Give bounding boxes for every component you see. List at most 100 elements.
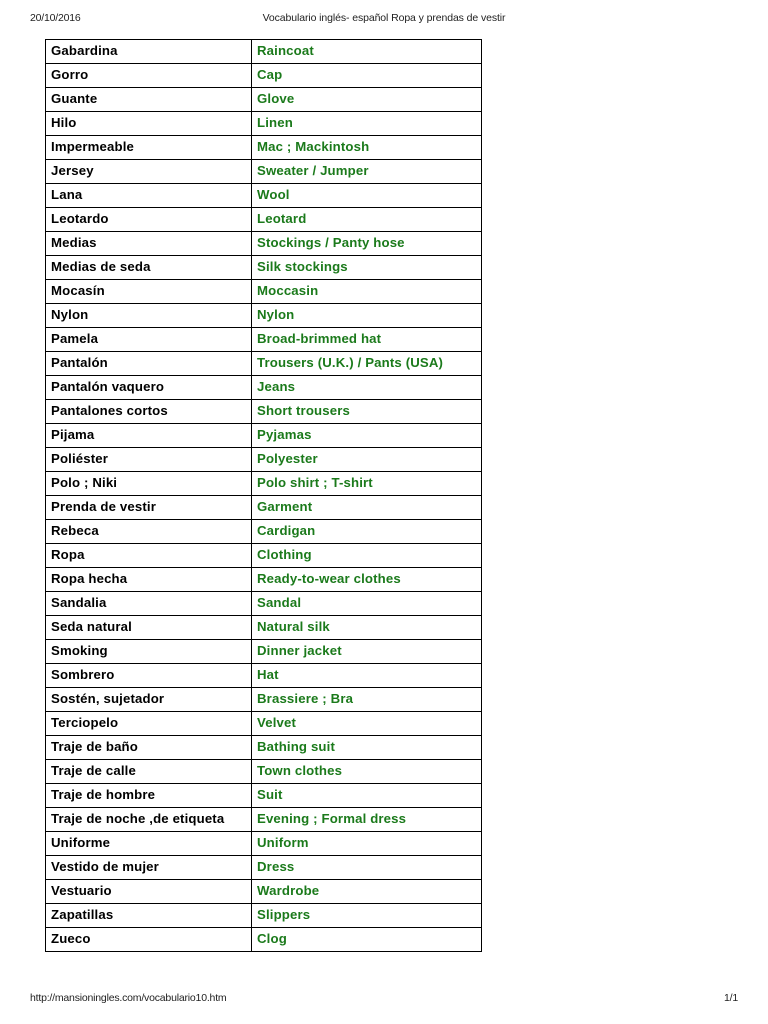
spanish-term-cell: Jersey <box>45 159 252 184</box>
table-row: Poliéster Polyester <box>45 447 482 472</box>
english-term-cell: Mac ; Mackintosh <box>251 135 482 160</box>
page-title: Vocabulario inglés- español Ropa y prend… <box>262 12 506 24</box>
spanish-term-cell: Guante <box>45 87 252 112</box>
table-row: Gorro Cap <box>45 63 482 88</box>
spanish-term-cell: Medias <box>45 231 252 256</box>
table-row: Traje de noche ,de etiqueta Evening ; For… <box>45 807 482 832</box>
spanish-term-cell: Gabardina <box>45 39 252 64</box>
table-row: Medias Stockings / Panty hose <box>45 231 482 256</box>
english-term-cell: Wool <box>251 183 482 208</box>
table-row: Leotardo Leotard <box>45 207 482 232</box>
english-term-cell: Velvet <box>251 711 482 736</box>
table-row: Lana Wool <box>45 183 482 208</box>
spanish-term-cell: Terciopelo <box>45 711 252 736</box>
english-term-cell: Sweater / Jumper <box>251 159 482 184</box>
table-row: Guante Glove <box>45 87 482 112</box>
spanish-term-cell: Sostén, sujetador <box>45 687 252 712</box>
table-row: Seda natural Natural silk <box>45 615 482 640</box>
english-term-cell: Bathing suit <box>251 735 482 760</box>
table-row: Pantalones cortos Short trousers <box>45 399 482 424</box>
table-row: Sandalia Sandal <box>45 591 482 616</box>
table-row: Traje de calle Town clothes <box>45 759 482 784</box>
spanish-term-cell: Sandalia <box>45 591 252 616</box>
english-term-cell: Clog <box>251 927 482 952</box>
english-term-cell: Leotard <box>251 207 482 232</box>
table-row: Pantalón vaquero Jeans <box>45 375 482 400</box>
spanish-term-cell: Pantalón vaquero <box>45 375 252 400</box>
table-row: Ropa hecha Ready-to-wear clothes <box>45 567 482 592</box>
english-term-cell: Brassiere ; Bra <box>251 687 482 712</box>
spanish-term-cell: Lana <box>45 183 252 208</box>
footer-page-number: 1/1 <box>724 992 738 1004</box>
english-term-cell: Suit <box>251 783 482 808</box>
spanish-term-cell: Rebeca <box>45 519 252 544</box>
spanish-term-cell: Ropa <box>45 543 252 568</box>
page-header: 20/10/2016 Vocabulario inglés- español R… <box>0 12 768 28</box>
english-term-cell: Glove <box>251 87 482 112</box>
english-term-cell: Nylon <box>251 303 482 328</box>
table-row: Uniforme Uniform <box>45 831 482 856</box>
table-row: Polo ; Niki Polo shirt ; T-shirt <box>45 471 482 496</box>
table-row: Nylon Nylon <box>45 303 482 328</box>
spanish-term-cell: Sombrero <box>45 663 252 688</box>
spanish-term-cell: Leotardo <box>45 207 252 232</box>
spanish-term-cell: Mocasín <box>45 279 252 304</box>
spanish-term-cell: Zueco <box>45 927 252 952</box>
table-row: Traje de hombre Suit <box>45 783 482 808</box>
table-row: Traje de baño Bathing suit <box>45 735 482 760</box>
english-term-cell: Pyjamas <box>251 423 482 448</box>
table-row: Pijama Pyjamas <box>45 423 482 448</box>
table-row: Rebeca Cardigan <box>45 519 482 544</box>
table-row: Vestuario Wardrobe <box>45 879 482 904</box>
spanish-term-cell: Hilo <box>45 111 252 136</box>
table-row: Gabardina Raincoat <box>45 39 482 64</box>
spanish-term-cell: Impermeable <box>45 135 252 160</box>
english-term-cell: Raincoat <box>251 39 482 64</box>
english-term-cell: Dress <box>251 855 482 880</box>
english-term-cell: Evening ; Formal dress <box>251 807 482 832</box>
table-row: Jersey Sweater / Jumper <box>45 159 482 184</box>
spanish-term-cell: Traje de hombre <box>45 783 252 808</box>
english-term-cell: Polyester <box>251 447 482 472</box>
table-row: Sombrero Hat <box>45 663 482 688</box>
english-term-cell: Cap <box>251 63 482 88</box>
spanish-term-cell: Vestido de mujer <box>45 855 252 880</box>
english-term-cell: Clothing <box>251 543 482 568</box>
english-term-cell: Slippers <box>251 903 482 928</box>
spanish-term-cell: Zapatillas <box>45 903 252 928</box>
footer-source-url: http://mansioningles.com/vocabulario10.h… <box>30 992 227 1004</box>
spanish-term-cell: Polo ; Niki <box>45 471 252 496</box>
spanish-term-cell: Seda natural <box>45 615 252 640</box>
table-row: Medias de seda Silk stockings <box>45 255 482 280</box>
english-term-cell: Trousers (U.K.) / Pants (USA) <box>251 351 482 376</box>
english-term-cell: Silk stockings <box>251 255 482 280</box>
table-row: Ropa Clothing <box>45 543 482 568</box>
table-row: Zueco Clog <box>45 927 482 952</box>
spanish-term-cell: Traje de calle <box>45 759 252 784</box>
table-row: Terciopelo Velvet <box>45 711 482 736</box>
spanish-term-cell: Pamela <box>45 327 252 352</box>
english-term-cell: Wardrobe <box>251 879 482 904</box>
spanish-term-cell: Pijama <box>45 423 252 448</box>
vocabulary-table-body: Gabardina Raincoat Gorro Cap Guante Glove Hilo… <box>45 39 482 952</box>
english-term-cell: Town clothes <box>251 759 482 784</box>
spanish-term-cell: Medias de seda <box>45 255 252 280</box>
spanish-term-cell: Smoking <box>45 639 252 664</box>
vocabulary-table-container: Gabardina Raincoat Gorro Cap Guante Glove Hilo… <box>45 39 482 952</box>
table-row: Mocasín Moccasin <box>45 279 482 304</box>
spanish-term-cell: Traje de noche ,de etiqueta <box>45 807 252 832</box>
english-term-cell: Linen <box>251 111 482 136</box>
table-row: Prenda de vestir Garment <box>45 495 482 520</box>
spanish-term-cell: Gorro <box>45 63 252 88</box>
english-term-cell: Cardigan <box>251 519 482 544</box>
table-row: Smoking Dinner jacket <box>45 639 482 664</box>
english-term-cell: Garment <box>251 495 482 520</box>
spanish-term-cell: Uniforme <box>45 831 252 856</box>
table-row: Zapatillas Slippers <box>45 903 482 928</box>
english-term-cell: Sandal <box>251 591 482 616</box>
page-footer: http://mansioningles.com/vocabulario10.h… <box>0 992 768 1008</box>
spanish-term-cell: Traje de baño <box>45 735 252 760</box>
spanish-term-cell: Pantalón <box>45 351 252 376</box>
table-row: Impermeable Mac ; Mackintosh <box>45 135 482 160</box>
vocabulary-table: Gabardina Raincoat Gorro Cap Guante Glove Hilo… <box>45 39 482 952</box>
